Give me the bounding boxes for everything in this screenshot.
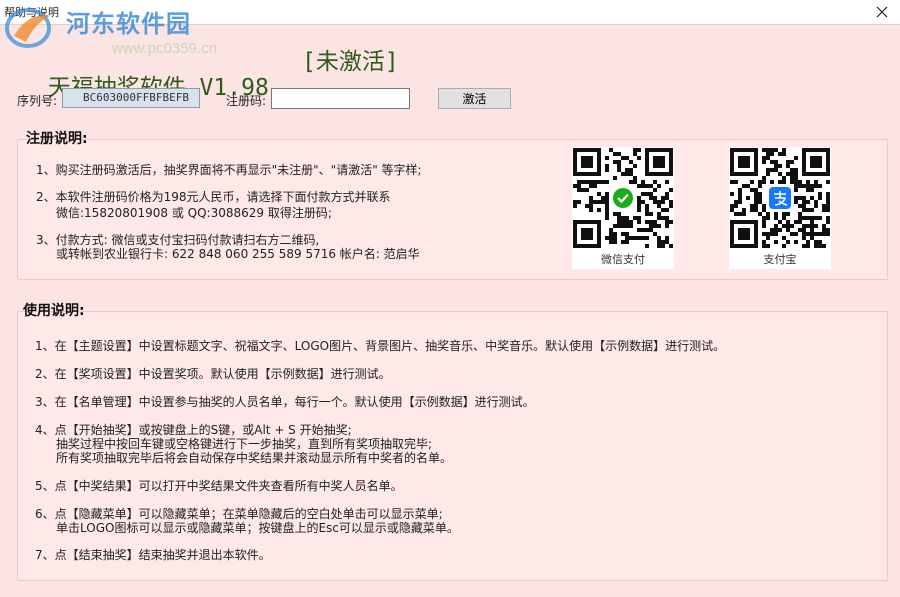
reg-notes-heading: 注册说明: — [26, 131, 88, 147]
usage-line: 3、在【名单管理】中设置参与抽奖的人员名单，每行一个。默认使用【示例数据】进行测… — [35, 395, 535, 409]
alipay-caption: 支付宝 — [763, 253, 797, 266]
alipay-qr: 支付宝 — [729, 147, 831, 269]
close-icon — [876, 6, 888, 18]
serial-number-field[interactable]: BC603000FFBFBEFB — [62, 88, 200, 108]
window-title: 帮助与说明 — [4, 6, 59, 19]
alipay-icon — [769, 187, 791, 209]
usage-line: 1、在【主题设置】中设置标题文字、祝福文字、LOGO图片、背景图片、抽奖音乐、中… — [35, 339, 726, 353]
reg-note-line: 或转帐到农业银行卡: 622 848 060 255 589 5716 帐户名:… — [56, 247, 420, 261]
usage-line: 单击LOGO图标可以显示或隐藏菜单；按键盘上的Esc可以显示或隐藏菜单。 — [56, 521, 459, 535]
wechat-pay-icon — [613, 188, 633, 208]
serial-label: 序列号: — [17, 94, 58, 108]
reg-note-line: 2、本软件注册码价格为198元人民币，请选择下面付款方式并联系 — [36, 190, 391, 204]
reg-note-line: 1、购买注册码激活后，抽奖界面将不再显示"未注册"、"请激活" 等字样; — [36, 163, 422, 177]
reg-code-label: 注册码: — [226, 94, 267, 108]
usage-line: 7、点【结束抽奖】结束抽奖并退出本软件。 — [35, 548, 271, 562]
close-button[interactable] — [868, 0, 896, 24]
usage-line: 所有奖项抽取完毕后将会自动保存中奖结果并滚动显示所有中奖者的名单。 — [56, 451, 453, 465]
reg-note-line: 微信:15820801908 或 QQ:3088629 取得注册码; — [56, 206, 332, 220]
reg-code-input[interactable] — [271, 88, 410, 109]
title-bar: 帮助与说明 — [0, 0, 900, 25]
activate-button[interactable]: 激活 — [438, 88, 511, 109]
app-title: 天福抽奖软件 V1.98 [未激活] — [20, 42, 399, 128]
usage-line: 5、点【中奖结果】可以打开中奖结果文件夹查看所有中奖人员名单。 — [35, 479, 403, 493]
wechat-pay-qr: 微信支付 — [572, 147, 674, 269]
usage-heading: 使用说明: — [23, 303, 85, 319]
usage-line: 2、在【奖项设置】中设置奖项。默认使用【示例数据】进行测试。 — [35, 367, 391, 381]
activation-status: [未激活] — [302, 49, 399, 75]
wechat-pay-caption: 微信支付 — [601, 253, 645, 266]
